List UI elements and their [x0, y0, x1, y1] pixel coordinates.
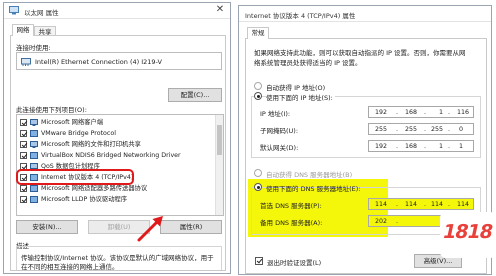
install-button[interactable]: 安装(N)...	[16, 220, 78, 234]
watermark-logo: 1818	[440, 212, 496, 258]
ipv4-properties-titlebar: Internet 协议版本 4 (TCP/IPv4) 属性	[239, 6, 491, 22]
separator: .	[447, 109, 450, 116]
alternate-dns-label: 备用 DNS 服务器(A):	[260, 219, 323, 227]
configure-button[interactable]: 配置(C)...	[168, 88, 222, 102]
red-arrow-annotation	[137, 216, 163, 242]
subnet-mask-label: 子网掩码(U):	[260, 127, 299, 135]
octet: 114	[375, 201, 388, 208]
octet: 255	[375, 126, 388, 133]
octet: 116	[457, 109, 470, 116]
tab-general[interactable]: 常规	[247, 27, 269, 39]
gateway-field[interactable]: 192. 168. 1. 1	[368, 140, 474, 152]
auto-ip-label[interactable]: 自动获得 IP 地址(O)	[266, 82, 325, 92]
list-scrollbar[interactable]	[215, 115, 223, 215]
close-icon[interactable]: ✕	[214, 4, 226, 16]
checkbox[interactable]	[20, 119, 27, 126]
separator: .	[423, 143, 426, 150]
list-item-label: Microsoft 网络客户端	[41, 119, 104, 126]
network-card-icon	[21, 58, 31, 66]
gateway-label: 默认网关(D):	[260, 144, 299, 152]
validate-checkbox[interactable]	[255, 257, 263, 265]
octet: 255	[431, 126, 444, 133]
list-item-label: Microsoft 网络的文件和打印机共享	[41, 141, 141, 148]
components-list[interactable]: Microsoft 网络客户端 VMware Bridge Protocol M…	[16, 114, 224, 216]
dialog-title: Internet 协议版本 4 (TCP/IPv4) 属性	[245, 12, 356, 20]
checkbox[interactable]	[20, 196, 27, 203]
adapter-name: Intel(R) Ethernet Connection (4) I219-V	[35, 58, 162, 66]
octet: 168	[405, 109, 418, 116]
preferred-dns-label: 首选 DNS 服务器(P):	[260, 202, 322, 210]
separator: .	[447, 201, 450, 208]
checkbox[interactable]	[20, 130, 27, 137]
octet: 114	[431, 201, 444, 208]
octet: 192	[375, 143, 388, 150]
octet: 1	[439, 109, 444, 116]
subnet-mask-field[interactable]: 255. 255. 255. 0	[368, 123, 474, 135]
separator: .	[447, 126, 450, 133]
manual-dns-radio[interactable]	[254, 183, 262, 191]
ethernet-properties-dialog: 以太网 属性 ✕ 网络 共享 连接时使用: Intel(R) Ethernet …	[3, 2, 231, 274]
preferred-dns-field[interactable]: 114. 114. 114. 114	[368, 198, 474, 210]
description-line-2: 在不同的相互连接的网络上通信。	[21, 263, 119, 271]
separator: .	[423, 201, 426, 208]
checkbox[interactable]	[20, 141, 27, 148]
intro-line-2: 络系统管理员处获得适当的 IP 设置。	[254, 59, 362, 67]
components-label: 此连接使用下列项目(O):	[16, 106, 87, 114]
connect-using-label: 连接时使用:	[16, 44, 51, 52]
separator: .	[423, 126, 426, 133]
octet: 168	[405, 143, 418, 150]
octet: 1	[459, 143, 464, 150]
tab-network[interactable]: 网络	[12, 24, 34, 36]
octet: 192	[375, 109, 388, 116]
separator: .	[395, 143, 398, 150]
protocol-icon	[30, 152, 38, 159]
validate-label[interactable]: 退出时验证设置(L)	[267, 257, 321, 267]
auto-dns-radio[interactable]	[254, 169, 262, 177]
list-item-label: Microsoft LLDP 协议驱动程序	[41, 196, 128, 203]
list-item-label: VMware Bridge Protocol	[41, 130, 116, 137]
checkbox[interactable]	[20, 152, 27, 159]
service-icon	[30, 141, 38, 148]
manual-ip-radio[interactable]	[254, 92, 262, 100]
checkbox[interactable]	[20, 185, 27, 192]
client-icon	[30, 119, 38, 126]
network-tab-panel: 连接时使用: Intel(R) Ethernet Connection (4) …	[10, 35, 226, 271]
watermark-text: 1818	[440, 221, 495, 243]
separator: .	[395, 201, 398, 208]
ip-address-field[interactable]: 192. 168. 1. 116	[368, 106, 474, 118]
octet: 1	[439, 143, 444, 150]
octet: 0	[459, 126, 464, 133]
adapter-box: Intel(R) Ethernet Connection (4) I219-V	[16, 52, 222, 70]
intro-line-1: 如果网络支持此功能，则可以获取自动指派的 IP 设置。否则，你需要从网	[254, 49, 466, 57]
protocol-icon	[30, 185, 38, 192]
separator: .	[423, 109, 426, 116]
auto-ip-radio[interactable]	[254, 82, 262, 90]
separator: .	[395, 126, 398, 133]
octet: 255	[405, 126, 418, 133]
auto-dns-label[interactable]: 自动获得 DNS 服务器地址(B)	[266, 169, 352, 179]
list-item-label: VirtualBox NDIS6 Bridged Networking Driv…	[41, 152, 181, 159]
description-group: 传输控制协议/Internet 协议。该协议是默认的广域网络协议，用于 在不同的…	[16, 246, 222, 271]
protocol-icon	[30, 196, 38, 203]
protocol-icon	[30, 130, 38, 137]
manual-ip-label[interactable]: 使用下面的 IP 地址(S):	[266, 92, 335, 102]
dialog-title: 以太网 属性	[24, 9, 59, 17]
properties-button[interactable]: 属性(R)	[160, 220, 222, 234]
ip-address-label: IP 地址(I):	[260, 110, 291, 118]
ethernet-properties-titlebar: 以太网 属性 ✕	[4, 3, 230, 19]
separator: .	[447, 143, 450, 150]
list-item-label: Microsoft 网络适配器多路传送器协议	[41, 185, 148, 192]
manual-dns-label[interactable]: 使用下面的 DNS 服务器地址(E):	[266, 183, 361, 193]
separator: .	[395, 218, 398, 225]
separator: .	[395, 109, 398, 116]
network-adapter-icon	[9, 6, 19, 15]
octet: 202	[375, 218, 388, 225]
ipv4-highlight-box	[16, 169, 134, 185]
octet: 114	[457, 201, 470, 208]
scrollbar-thumb[interactable]	[217, 125, 222, 155]
octet: 114	[405, 201, 418, 208]
